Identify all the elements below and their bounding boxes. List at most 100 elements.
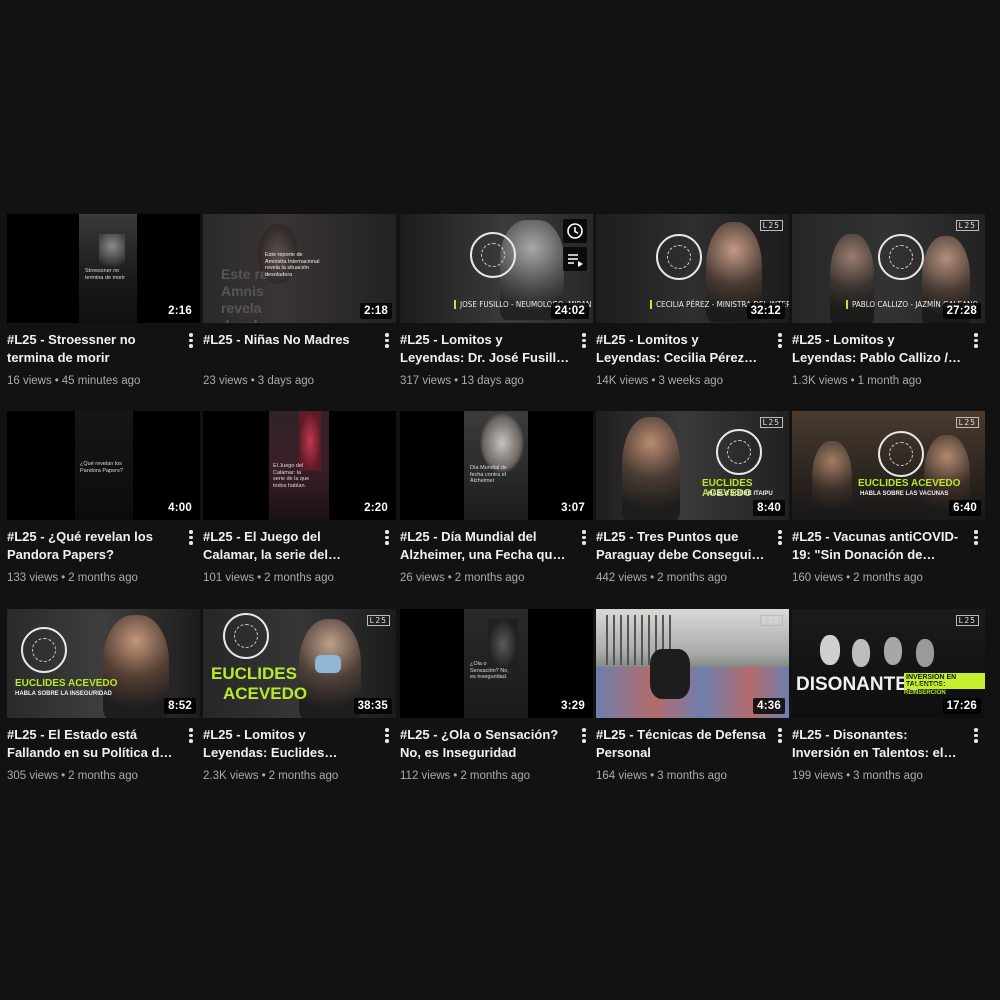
overlay-title: EUCLIDES ACEVEDO — [15, 678, 118, 689]
more-actions-icon[interactable] — [969, 528, 983, 546]
video-title[interactable]: #L25 - Lomitos y Leyendas: Cecilia Pérez… — [596, 331, 766, 367]
video-title[interactable]: #L25 - Niñas No Madres — [203, 331, 373, 349]
video-card[interactable]: L25 EUCLIDES ACEVEDO HABLA SOBRE LAS VAC… — [792, 411, 985, 601]
view-count: 442 views — [596, 572, 648, 584]
view-count: 23 views — [203, 375, 248, 387]
more-actions-icon[interactable] — [184, 528, 198, 546]
overlay-subtitle: HABLA SOBRE LAS VACUNAS — [860, 491, 949, 497]
video-duration: 6:40 — [949, 500, 981, 516]
video-card[interactable]: L25 EUCLIDES ACEVEDO 38:35 #L25 - Lomito… — [203, 609, 396, 799]
video-duration: 27:28 — [942, 303, 981, 319]
video-thumbnail[interactable]: ¿Ola o Sensación? No, es inseguridad. 3:… — [400, 609, 593, 718]
video-meta: 133 views • 2 months ago — [7, 572, 138, 584]
video-thumbnail[interactable]: Día Mundial de fecha contra el Alzheimer… — [400, 411, 593, 520]
more-actions-icon[interactable] — [577, 528, 591, 546]
more-actions-icon[interactable] — [969, 331, 983, 349]
video-title[interactable]: #L25 - Lomitos y Leyendas: Pablo Callizo… — [792, 331, 962, 367]
video-duration: 24:02 — [550, 303, 589, 319]
more-actions-icon[interactable] — [184, 331, 198, 349]
add-to-queue-icon[interactable] — [563, 247, 587, 271]
video-title[interactable]: #L25 - El Estado está Fallando en su Pol… — [7, 726, 177, 762]
video-card[interactable]: L25 DISONANTES INVERSIÓN EN TALENTOS: EL… — [792, 609, 985, 799]
video-card[interactable]: L25 4:36 #L25 - Técnicas de Defensa Pers… — [596, 609, 789, 799]
more-actions-icon[interactable] — [577, 331, 591, 349]
hover-actions — [563, 219, 589, 275]
overlay-subtitle: HABLA SOBRE LA INSEGURIDAD — [15, 691, 112, 697]
more-actions-icon[interactable] — [380, 528, 394, 546]
video-title[interactable]: #L25 - Disonantes: Inversión en Talentos… — [792, 726, 962, 762]
video-card[interactable]: Día Mundial de fecha contra el Alzheimer… — [400, 411, 593, 601]
video-meta: 442 views • 2 months ago — [596, 572, 727, 584]
upload-age: 2 months ago — [853, 572, 923, 584]
view-count: 199 views — [792, 770, 844, 782]
video-thumbnail[interactable]: Stroessner no termina de morir 2:16 — [7, 214, 200, 323]
video-meta: 16 views • 45 minutes ago — [7, 375, 141, 387]
video-thumbnail[interactable]: Este re Amnis revela desola Este reporte… — [203, 214, 396, 323]
thumb-caption: El Juego del Calamar: la serie de la que… — [273, 463, 310, 489]
more-actions-icon[interactable] — [773, 528, 787, 546]
video-card[interactable]: ¿Ola o Sensación? No, es inseguridad. 3:… — [400, 609, 593, 799]
video-card[interactable]: Este re Amnis revela desola Este reporte… — [203, 214, 396, 404]
video-title[interactable]: #L25 - Día Mundial del Alzheimer, una Fe… — [400, 528, 570, 564]
lomitos-leyendas-logo — [878, 431, 924, 477]
video-thumbnail[interactable]: L25 CECILIA PÉREZ - MINISTRA DEL INTERIO… — [596, 214, 789, 323]
video-title[interactable]: #L25 - ¿Qué revelan los Pandora Papers? — [7, 528, 177, 564]
video-thumbnail[interactable]: L25 EUCLIDES ACEVEDO 38:35 — [203, 609, 396, 718]
more-actions-icon[interactable] — [577, 726, 591, 744]
video-title[interactable]: #L25 - Tres Puntos que Paraguay debe Con… — [596, 528, 766, 564]
video-meta: 305 views • 2 months ago — [7, 770, 138, 782]
view-count: 26 views — [400, 572, 445, 584]
upload-age: 1 month ago — [857, 375, 922, 387]
video-card[interactable]: EUCLIDES ACEVEDO HABLA SOBRE LA INSEGURI… — [7, 609, 200, 799]
channel-watermark: L25 — [955, 220, 979, 231]
video-card[interactable]: L25 CECILIA PÉREZ - MINISTRA DEL INTERIO… — [596, 214, 789, 404]
more-actions-icon[interactable] — [773, 726, 787, 744]
video-thumbnail[interactable]: L25 PABLO CALLIZO - JAZMÍN GALEANO 27:28 — [792, 214, 985, 323]
video-meta: 1.3K views • 1 month ago — [792, 375, 922, 387]
video-title[interactable]: #L25 - Vacunas antiCOVID-19: "Sin Donaci… — [792, 528, 962, 564]
video-thumbnail[interactable]: L25 DISONANTES INVERSIÓN EN TALENTOS: EL… — [792, 609, 985, 718]
upload-age: 2 months ago — [657, 572, 727, 584]
more-actions-icon[interactable] — [184, 726, 198, 744]
channel-watermark: L25 — [759, 615, 783, 626]
more-actions-icon[interactable] — [380, 726, 394, 744]
upload-age: 3 months ago — [657, 770, 727, 782]
view-count: 160 views — [792, 572, 844, 584]
video-duration: 38:35 — [353, 698, 392, 714]
video-thumbnail[interactable]: ¿Qué revelan los Pandora Papers? 4:00 — [7, 411, 200, 520]
more-actions-icon[interactable] — [380, 331, 394, 349]
video-card[interactable]: ¿Qué revelan los Pandora Papers? 4:00 #L… — [7, 411, 200, 601]
lomitos-leyendas-logo — [470, 232, 516, 278]
video-title[interactable]: #L25 - El Juego del Calamar, la serie de… — [203, 528, 373, 564]
watch-later-icon[interactable] — [563, 219, 587, 243]
video-thumbnail[interactable]: L25 4:36 — [596, 609, 789, 718]
more-actions-icon[interactable] — [969, 726, 983, 744]
video-title[interactable]: #L25 - ¿Ola o Sensación? No, es Inseguri… — [400, 726, 570, 762]
video-title[interactable]: #L25 - Técnicas de Defensa Personal — [596, 726, 766, 762]
view-count: 2.3K views — [203, 770, 259, 782]
video-title[interactable]: #L25 - Stroessner no termina de morir — [7, 331, 177, 367]
video-thumbnail[interactable]: EUCLIDES ACEVEDO HABLA SOBRE LA INSEGURI… — [7, 609, 200, 718]
view-count: 101 views — [203, 572, 255, 584]
channel-watermark: L25 — [759, 417, 783, 428]
video-duration: 4:00 — [164, 500, 196, 516]
video-card[interactable]: L25 EUCLIDES ACEVEDO HABLA SOBRE ITAIPU … — [596, 411, 789, 601]
video-card[interactable]: Stroessner no termina de morir 2:16 #L25… — [7, 214, 200, 404]
video-card[interactable]: JOSE FUSILLO - NEUMOLOGO, MIRAN 24:02 #L… — [400, 214, 593, 404]
video-title[interactable]: #L25 - Lomitos y Leyendas: Euclides Acev… — [203, 726, 373, 762]
video-thumbnail[interactable]: L25 EUCLIDES ACEVEDO HABLA SOBRE ITAIPU … — [596, 411, 789, 520]
video-thumbnail[interactable]: L25 EUCLIDES ACEVEDO HABLA SOBRE LAS VAC… — [792, 411, 985, 520]
video-duration: 3:29 — [557, 698, 589, 714]
upload-age: 45 minutes ago — [61, 375, 141, 387]
overlay-title: DISONANTES — [796, 674, 921, 695]
video-title[interactable]: #L25 - Lomitos y Leyendas: Dr. José Fusi… — [400, 331, 570, 367]
video-thumbnail[interactable]: JOSE FUSILLO - NEUMOLOGO, MIRAN 24:02 — [400, 214, 593, 323]
video-card[interactable]: El Juego del Calamar: la serie de la que… — [203, 411, 396, 601]
lomitos-leyendas-logo — [878, 234, 924, 280]
upload-age: 2 months ago — [460, 770, 531, 782]
more-actions-icon[interactable] — [773, 331, 787, 349]
lomitos-leyendas-logo — [716, 429, 762, 475]
video-thumbnail[interactable]: El Juego del Calamar: la serie de la que… — [203, 411, 396, 520]
video-duration: 8:40 — [753, 500, 785, 516]
video-card[interactable]: L25 PABLO CALLIZO - JAZMÍN GALEANO 27:28… — [792, 214, 985, 404]
